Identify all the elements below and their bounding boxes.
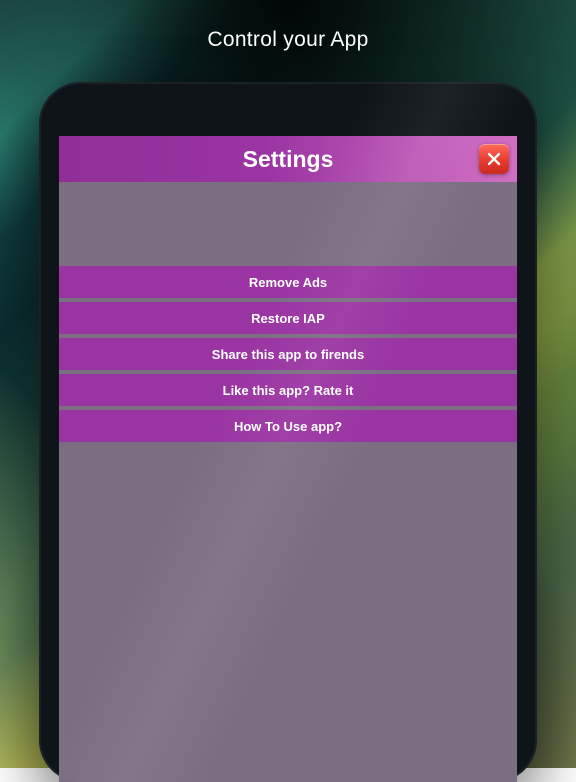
close-icon — [487, 152, 501, 166]
menu-item-label: How To Use app? — [234, 419, 342, 434]
settings-list: Remove Ads Restore IAP Share this app to… — [59, 182, 517, 442]
menu-item-remove-ads[interactable]: Remove Ads — [59, 266, 517, 298]
tablet-frame: Settings Remove Ads Restore IAP Share th… — [39, 82, 537, 782]
menu-item-restore-iap[interactable]: Restore IAP — [59, 302, 517, 334]
close-button[interactable] — [479, 144, 509, 174]
menu-item-rate[interactable]: Like this app? Rate it — [59, 374, 517, 406]
menu-item-label: Restore IAP — [251, 311, 325, 326]
spacer — [59, 182, 517, 266]
menu-item-howto[interactable]: How To Use app? — [59, 410, 517, 442]
page-title: Settings — [243, 146, 334, 173]
menu-item-label: Share this app to firends — [212, 347, 364, 362]
title-bar: Settings — [59, 136, 517, 182]
marketing-tagline: Control your App — [0, 28, 576, 52]
menu-item-label: Like this app? Rate it — [223, 383, 354, 398]
app-screen: Settings Remove Ads Restore IAP Share th… — [59, 136, 517, 782]
menu-item-label: Remove Ads — [249, 275, 327, 290]
menu-item-share[interactable]: Share this app to firends — [59, 338, 517, 370]
